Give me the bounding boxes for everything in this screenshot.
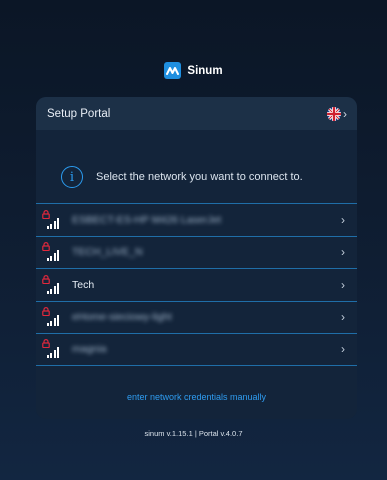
brand: Sinum <box>0 62 387 79</box>
network-name: eHome-sieciowy-light <box>72 311 172 324</box>
version-info: sinum v.1.15.1 | Portal v.4.0.7 <box>144 429 243 438</box>
network-name: Tech <box>72 278 95 291</box>
network-name: ESBECT-ES-HP M426 LaserJet <box>72 213 222 226</box>
instruction-row: i Select the network you want to connect… <box>36 162 357 192</box>
network-row[interactable]: Tech › <box>36 268 357 301</box>
wifi-signal-icon <box>42 209 62 230</box>
chevron-right-icon: › <box>341 212 345 227</box>
chevron-right-icon: › <box>341 310 345 325</box>
network-row[interactable]: ESBECT-ES-HP M426 LaserJet › <box>36 203 357 236</box>
instruction-text: Select the network you want to connect t… <box>96 171 303 183</box>
wifi-signal-icon <box>42 242 62 262</box>
info-icon: i <box>61 166 83 188</box>
network-row[interactable]: TECH_LIVE_N › <box>36 235 357 269</box>
setup-card: Setup Portal › i Select the network you … <box>36 97 357 419</box>
sinum-logo-icon <box>164 62 182 79</box>
chevron-right-icon: › <box>343 106 347 121</box>
chevron-right-icon: › <box>341 342 345 357</box>
network-row[interactable]: magnia › <box>36 333 357 366</box>
network-name: magnia <box>72 343 107 356</box>
network-row[interactable]: eHome-sieciowy-light › <box>36 300 357 334</box>
chevron-right-icon: › <box>341 277 345 292</box>
manual-credentials-link[interactable]: enter network credentials manually <box>36 392 357 402</box>
network-list: ESBECT-ES-HP M426 LaserJet › TECH_LIVE_N › T… <box>36 203 357 366</box>
language-selector[interactable]: › <box>327 106 347 121</box>
wifi-signal-icon <box>42 274 62 295</box>
brand-name: Sinum <box>187 64 223 77</box>
network-name: TECH_LIVE_N <box>72 246 143 259</box>
wifi-signal-icon <box>42 339 62 359</box>
card-header: Setup Portal › <box>36 97 357 130</box>
card-title: Setup Portal <box>47 107 111 120</box>
chevron-right-icon: › <box>341 245 345 260</box>
uk-flag-icon <box>327 106 341 121</box>
wifi-signal-icon <box>42 307 62 327</box>
